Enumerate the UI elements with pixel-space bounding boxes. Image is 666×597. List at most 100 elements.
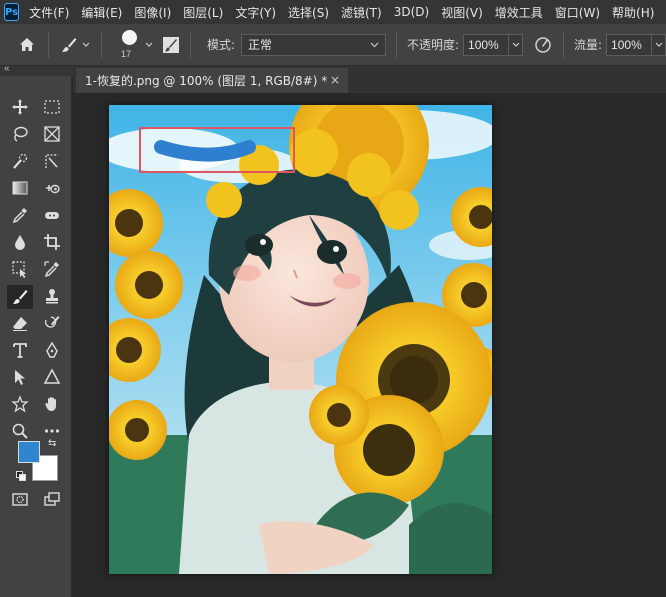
flow-label: 流量: [574,38,603,52]
menu-image[interactable]: 图像(I) [134,4,171,21]
separator [395,31,397,58]
brush-tool[interactable] [7,285,33,309]
chevron-down-icon[interactable] [144,40,154,50]
menu-file[interactable]: 文件(F) [29,4,69,21]
eyedropper-icon [12,208,27,224]
pen-tool[interactable] [41,339,63,361]
brush-tip-icon [121,29,137,45]
hand-tool[interactable] [41,393,63,415]
menu-type[interactable]: 文字(Y) [235,4,276,21]
stamp-icon [46,289,58,304]
content-aware-move-icon [46,184,60,194]
frame-icon [44,126,60,142]
brush-size-label: 17 [120,48,131,59]
eraser-icon [13,317,27,331]
quick-mask-button[interactable] [9,488,31,510]
eyedropper-tool[interactable] [9,204,31,226]
separator [189,31,191,58]
home-button[interactable] [16,34,38,56]
menu-view[interactable]: 视图(V) [441,4,483,21]
tool-preset-button[interactable] [59,35,79,55]
canvas-workspace[interactable] [73,93,666,597]
move-icon [12,99,28,115]
collapse-icon[interactable]: « [4,63,10,74]
mode-select[interactable]: 正常 [241,33,386,56]
pressure-opacity-button[interactable] [533,35,553,55]
hand-icon [45,397,56,411]
flow-value[interactable]: 100% [607,38,651,52]
crop-tool[interactable] [41,231,63,253]
object-select-tool[interactable] [9,258,31,280]
color-sampler-icon [44,261,59,278]
gradient-tool[interactable] [9,177,31,199]
shape-tool[interactable] [41,366,63,388]
chevron-down-icon[interactable] [651,34,665,55]
home-icon [19,37,34,51]
zoom-icon [12,423,28,439]
menu-plugins[interactable]: 增效工具 [495,4,543,21]
document-tab-bar: 1-恢复的.png @ 100% (图层 1, RGB/8#) * × [73,66,666,93]
blur-tool[interactable] [9,231,31,253]
color-sampler-tool[interactable] [41,258,63,280]
document-canvas[interactable] [109,105,492,574]
chevron-down-icon[interactable] [81,40,91,50]
menu-edit[interactable]: 编辑(E) [81,4,122,21]
quick-select-tool[interactable] [9,150,31,172]
lasso-tool[interactable] [9,123,31,145]
quick-mask-icon [12,493,28,506]
stamp-tool[interactable] [41,285,63,307]
screen-mode-icon [44,492,60,506]
spot-healing-icon [45,212,59,219]
text-tool[interactable] [9,339,31,361]
opacity-field[interactable]: 100% [463,33,523,56]
close-icon[interactable]: × [330,73,340,87]
text-icon [13,343,27,358]
chevron-down-icon[interactable] [508,34,522,55]
content-aware-move-tool[interactable] [41,177,63,199]
default-colors-icon[interactable] [16,471,26,481]
document-tab-title: 1-恢复的.png @ 100% (图层 1, RGB/8#) * [85,74,328,88]
brush-icon [13,290,28,304]
marquee-tool[interactable] [41,96,63,118]
menu-filter[interactable]: 滤镜(T) [341,4,382,21]
menu-layer[interactable]: 图层(L) [183,4,223,21]
brush-settings-icon [162,36,179,53]
artwork-image [109,105,492,574]
history-brush-tool[interactable] [41,312,63,334]
brush-settings-button[interactable] [162,36,180,54]
menu-3d[interactable]: 3D(D) [394,5,429,19]
screen-mode-button[interactable] [41,488,63,510]
foreground-color-swatch[interactable] [18,441,40,463]
selection-highlight-box [139,127,295,173]
brush-preset-picker[interactable]: 17 [118,28,142,62]
slice-tool[interactable] [41,150,63,172]
gradient-icon [12,181,28,195]
slice-icon [45,154,58,168]
separator [100,31,102,58]
menu-select[interactable]: 选择(S) [288,4,329,21]
zoom-tool[interactable] [9,420,31,442]
chevron-down-icon [370,42,379,47]
pressure-icon [535,36,551,53]
flow-field[interactable]: 100% [606,33,666,56]
eraser-tool[interactable] [9,312,31,334]
separator [563,31,564,58]
opacity-value[interactable]: 100% [464,38,508,52]
document-tab[interactable]: 1-恢复的.png @ 100% (图层 1, RGB/8#) * × [76,68,348,93]
custom-shape-tool[interactable] [9,393,31,415]
pen-icon [46,341,58,358]
swap-colors-icon[interactable]: ⇆ [48,438,56,449]
app-logo: Ps [4,3,20,21]
menu-window[interactable]: 窗口(W) [555,4,600,21]
move-tool[interactable] [9,96,31,118]
panel-collapse-strip[interactable]: « [0,63,74,76]
custom-shape-icon [11,395,29,413]
marquee-icon [44,100,60,114]
path-select-tool[interactable] [9,366,31,388]
tools-panel: ⇆ [0,76,72,597]
quick-select-icon [13,153,28,169]
spot-healing-tool[interactable] [41,204,63,226]
separator [47,31,49,58]
menu-help[interactable]: 帮助(H) [612,4,654,21]
frame-tool[interactable] [41,123,63,145]
